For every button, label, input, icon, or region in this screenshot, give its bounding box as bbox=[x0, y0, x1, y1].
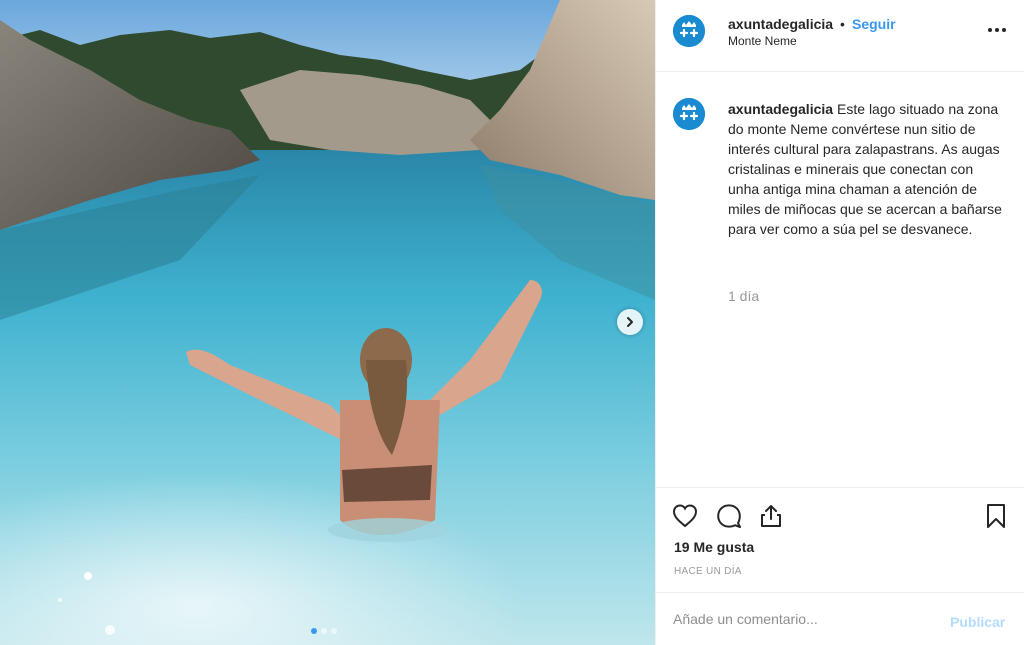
post-photo[interactable] bbox=[0, 0, 655, 645]
comment-bubble-icon bbox=[717, 504, 741, 528]
author-username-link[interactable]: axuntadegalicia bbox=[728, 16, 833, 32]
lake-photo bbox=[0, 0, 655, 645]
comment-composer: Publicar bbox=[656, 592, 1024, 645]
post-sidebar: axuntadegalicia • Seguir Monte Neme axun… bbox=[655, 0, 1024, 645]
post-caption: axuntadegalicia Este lago situado na zona… bbox=[728, 99, 1008, 239]
share-button[interactable] bbox=[757, 502, 785, 530]
caption-text: Este lago situado na zona do monte Neme … bbox=[728, 101, 1002, 237]
comments-section: axuntadegalicia Este lago situado na zona… bbox=[656, 72, 1024, 486]
carousel-dot bbox=[331, 628, 337, 634]
follow-button[interactable]: Seguir bbox=[852, 16, 896, 32]
comment-button[interactable] bbox=[715, 502, 743, 530]
bookmark-icon bbox=[987, 504, 1005, 528]
save-button[interactable] bbox=[982, 502, 1010, 530]
caption-username-link[interactable]: axuntadegalicia bbox=[728, 101, 833, 117]
heart-icon bbox=[672, 504, 698, 528]
caption-author-avatar[interactable] bbox=[673, 98, 705, 130]
location-link[interactable]: Monte Neme bbox=[728, 34, 797, 48]
like-button[interactable] bbox=[671, 502, 699, 530]
author-avatar[interactable] bbox=[673, 15, 705, 47]
post-timestamp[interactable]: HACE UN DÍA bbox=[674, 566, 742, 577]
carousel-dot bbox=[321, 628, 327, 634]
publish-button[interactable]: Publicar bbox=[950, 614, 1005, 630]
caption-age: 1 día bbox=[728, 288, 760, 304]
more-options-button[interactable] bbox=[986, 20, 1008, 40]
xunta-logo-icon bbox=[673, 15, 705, 47]
carousel-next-button[interactable] bbox=[617, 309, 643, 335]
comment-input[interactable] bbox=[673, 607, 943, 631]
more-options-icon bbox=[988, 28, 1006, 32]
carousel-indicator bbox=[311, 628, 337, 634]
post-header: axuntadegalicia • Seguir Monte Neme bbox=[656, 0, 1024, 72]
instagram-post: axuntadegalicia • Seguir Monte Neme axun… bbox=[0, 0, 1024, 645]
xunta-logo-icon bbox=[673, 98, 705, 130]
post-actions-bar bbox=[656, 487, 1024, 543]
likes-count[interactable]: 19 Me gusta bbox=[674, 539, 754, 555]
carousel-dot-active bbox=[311, 628, 317, 634]
header-separator: • bbox=[840, 16, 845, 32]
share-icon bbox=[761, 505, 781, 527]
chevron-right-icon bbox=[627, 317, 633, 327]
